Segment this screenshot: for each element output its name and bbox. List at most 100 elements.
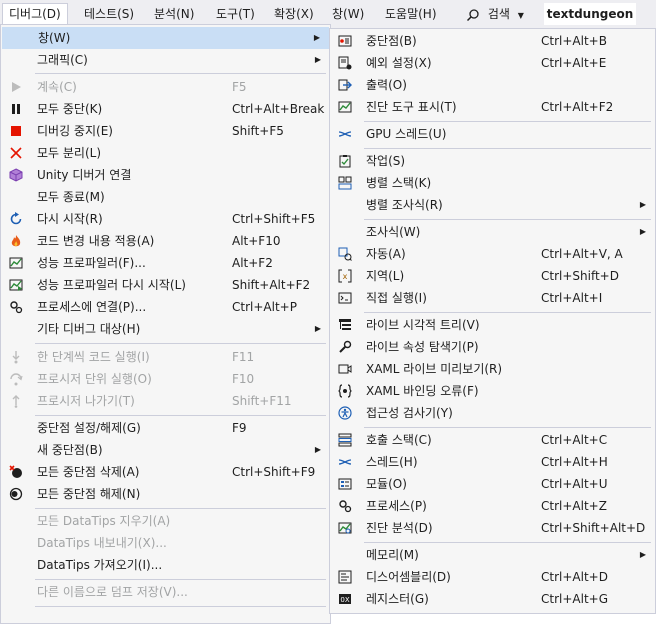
menu-item-watch[interactable]: 조사식(W) ▶ (330, 221, 655, 243)
menu-item-export-datatips[interactable]: DataTips 내보내기(X)... (1, 532, 330, 554)
separator (35, 508, 326, 509)
menu-item-delete-all-breakpoints[interactable]: 모든 중단점 삭제(A) Ctrl+Shift+F9 (1, 461, 330, 483)
menu-item-processes[interactable]: 프로세스(P) Ctrl+Alt+Z (330, 495, 655, 517)
menu-item-label: 자동(A) (366, 247, 406, 261)
menu-item-shortcut: F10 (232, 372, 255, 386)
menu-debug[interactable]: 디버그(D) (2, 3, 68, 26)
immediate-icon (337, 290, 353, 306)
svg-text:x: x (343, 272, 348, 281)
menu-item-autos[interactable]: 자동(A) Ctrl+Alt+V, A (330, 243, 655, 265)
menu-item-shortcut: Ctrl+Alt+I (541, 291, 603, 305)
menu-item-breakpoints[interactable]: 중단점(B) Ctrl+Alt+B (330, 30, 655, 52)
menu-item-attach-unity[interactable]: Unity 디버거 연결 (1, 164, 330, 186)
search-box[interactable]: 검색 ▼ (466, 4, 524, 24)
menu-help[interactable]: 도움말(H) (379, 4, 443, 24)
menu-item-detach-all[interactable]: 모두 분리(L) (1, 142, 330, 164)
menu-window[interactable]: 창(W) (326, 4, 370, 24)
menu-item-diagnostics-analysis[interactable]: 진단 분석(D) Ctrl+Shift+Alt+D (330, 517, 655, 539)
autos-icon (337, 246, 353, 262)
debug-menu: 창(W) ▶ 그래픽(C) ▶ 계속(C) F5 모두 중단(K) Ctrl+A… (0, 24, 331, 624)
menu-item-step-out[interactable]: 프로시저 나가기(T) Shift+F11 (1, 390, 330, 412)
menu-item-xaml-live-preview[interactable]: XAML 라이브 미리보기(R) (330, 358, 655, 380)
menu-item-relaunch-profiler[interactable]: 성능 프로파일러 다시 시작(L) Shift+Alt+F2 (1, 274, 330, 296)
menu-item-label: 모든 DataTips 지우기(A) (37, 514, 171, 528)
menu-item-terminate-all[interactable]: 모두 종료(M) (1, 186, 330, 208)
menu-item-live-visual-tree[interactable]: 라이브 시각적 트리(V) (330, 314, 655, 336)
menu-item-import-datatips[interactable]: DataTips 가져오기(I)... (1, 554, 330, 576)
menu-item-gpu-threads[interactable]: GPU 스레드(U) (330, 123, 655, 145)
menu-item-disassembly[interactable]: 디스어셈블리(D) Ctrl+Alt+D (330, 566, 655, 588)
menu-item-exception-settings[interactable]: 예외 설정(X) Ctrl+Alt+E (330, 52, 655, 74)
menu-item-label: 예외 설정(X) (366, 56, 432, 70)
processes-icon (337, 498, 353, 514)
menu-item-immediate[interactable]: 직접 실행(I) Ctrl+Alt+I (330, 287, 655, 309)
live-property-explorer-icon (337, 339, 353, 355)
menu-item-stop-debugging[interactable]: 디버깅 중지(E) Shift+F5 (1, 120, 330, 142)
detach-icon (8, 145, 24, 161)
menu-item-step-over[interactable]: 프로시저 단위 실행(O) F10 (1, 368, 330, 390)
menu-item-label: 프로세스(P) (366, 499, 427, 513)
menu-item-step-into[interactable]: 한 단계씩 코드 실행(I) F11 (1, 346, 330, 368)
delete-breakpoints-icon (8, 464, 24, 480)
menu-item-threads[interactable]: 스레드(H) Ctrl+Alt+H (330, 451, 655, 473)
menu-item-label: 성능 프로파일러(F)... (37, 256, 146, 270)
menu-item-label: 스레드(H) (366, 455, 418, 469)
xaml-binding-icon (337, 383, 353, 399)
menu-item-output[interactable]: 출력(O) (330, 74, 655, 96)
menu-item-shortcut: Shift+Alt+F2 (232, 278, 311, 292)
menu-item-save-dump-as[interactable]: 다른 이름으로 덤프 저장(V)... (1, 581, 330, 603)
menu-item-xaml-binding-failures[interactable]: XAML 바인딩 오류(F) (330, 380, 655, 402)
menu-tools[interactable]: 도구(T) (210, 4, 261, 24)
menu-item-parallel-stacks[interactable]: 병렬 스택(K) (330, 172, 655, 194)
menu-item-break-all[interactable]: 모두 중단(K) Ctrl+Alt+Break (1, 98, 330, 120)
menu-item-label: 메모리(M) (366, 548, 419, 562)
menu-item-disable-all-breakpoints[interactable]: 모든 중단점 해제(N) (1, 483, 330, 505)
menu-extensions[interactable]: 확장(X) (268, 4, 320, 24)
menu-item-shortcut: F5 (232, 80, 247, 94)
separator (35, 73, 326, 74)
menu-item-toggle-breakpoint[interactable]: 중단점 설정/해제(G) F9 (1, 417, 330, 439)
modules-icon (337, 476, 353, 492)
menu-item-call-stack[interactable]: 호출 스택(C) Ctrl+Alt+C (330, 429, 655, 451)
menu-item-shortcut: Ctrl+Alt+C (541, 433, 608, 447)
menu-item-live-property-explorer[interactable]: 라이브 속성 탐색기(P) (330, 336, 655, 358)
menu-item-other-debug-targets[interactable]: 기타 디버그 대상(H) ▶ (1, 318, 330, 340)
menu-item-label: 그래픽(C) (37, 53, 88, 67)
separator (364, 542, 651, 543)
menu-item-clear-datatips[interactable]: 모든 DataTips 지우기(A) (1, 510, 330, 532)
menu-analyze[interactable]: 분석(N) (148, 4, 200, 24)
menu-item-diagnostic-tools[interactable]: 진단 도구 표시(T) Ctrl+Alt+F2 (330, 96, 655, 118)
menu-item-shortcut: Ctrl+Alt+G (541, 592, 609, 606)
menu-item-restart[interactable]: 다시 시작(R) Ctrl+Shift+F5 (1, 208, 330, 230)
menu-item-hot-reload[interactable]: 코드 변경 내용 적용(A) Alt+F10 (1, 230, 330, 252)
menu-item-modules[interactable]: 모듈(O) Ctrl+Alt+U (330, 473, 655, 495)
menu-item-windows[interactable]: 창(W) ▶ (2, 27, 329, 49)
menu-item-continue[interactable]: 계속(C) F5 (1, 76, 330, 98)
submenu-arrow-icon: ▶ (639, 200, 646, 209)
menu-item-label: 모든 중단점 삭제(A) (37, 465, 140, 479)
menu-item-new-breakpoint[interactable]: 새 중단점(B) ▶ (1, 439, 330, 461)
menu-item-performance-profiler[interactable]: 성능 프로파일러(F)... Alt+F2 (1, 252, 330, 274)
menu-item-label: 라이브 시각적 트리(V) (366, 318, 480, 332)
parallel-stacks-icon (337, 175, 353, 191)
menu-item-registers[interactable]: 0X 레지스터(G) Ctrl+Alt+G (330, 588, 655, 610)
menu-item-attach-to-process[interactable]: 프로세스에 연결(P)... Ctrl+Alt+P (1, 296, 330, 318)
menu-item-shortcut: Shift+F11 (232, 394, 292, 408)
menu-item-label: 병렬 스택(K) (366, 176, 432, 190)
menu-item-memory[interactable]: 메모리(M) ▶ (330, 544, 655, 566)
chevron-down-icon: ▼ (517, 11, 524, 20)
menu-item-graphics[interactable]: 그래픽(C) ▶ (1, 49, 330, 71)
separator (364, 219, 651, 220)
submenu-arrow-icon: ▶ (314, 445, 321, 454)
menu-item-label: DataTips 내보내기(X)... (37, 536, 167, 550)
menu-item-parallel-watch[interactable]: 병렬 조사식(R) ▶ (330, 194, 655, 216)
menu-item-locals[interactable]: x 지역(L) Ctrl+Shift+D (330, 265, 655, 287)
menu-item-tasks[interactable]: 작업(S) (330, 150, 655, 172)
unity-icon (8, 167, 24, 183)
menu-item-label: 진단 도구 표시(T) (366, 100, 457, 114)
submenu-arrow-icon: ▶ (639, 550, 646, 559)
menu-item-shortcut: Ctrl+Shift+F9 (232, 465, 316, 479)
menu-item-label: 중단점(B) (366, 34, 417, 48)
menu-item-accessibility-checker[interactable]: 접근성 검사기(Y) (330, 402, 655, 424)
menu-test[interactable]: 테스트(S) (78, 4, 140, 24)
